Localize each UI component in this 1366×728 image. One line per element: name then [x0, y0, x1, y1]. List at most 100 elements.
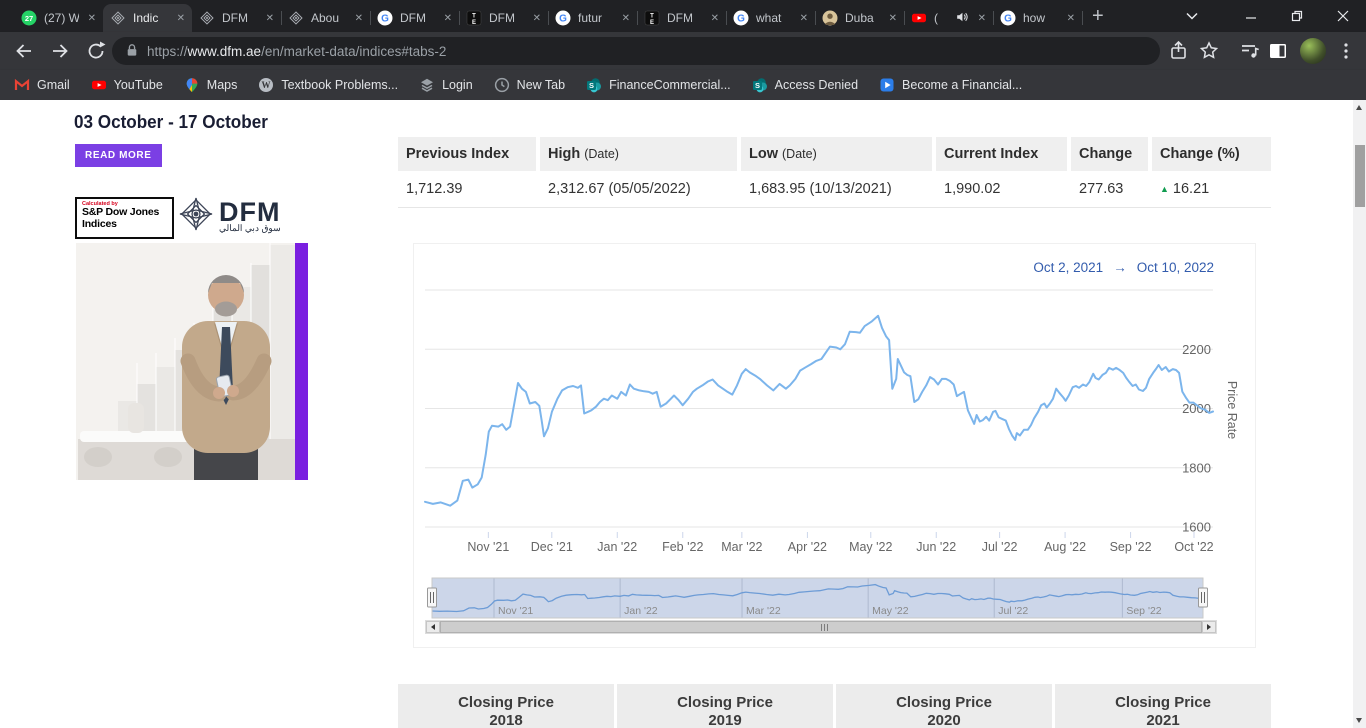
- tab-label-line2: 2021: [1055, 712, 1271, 728]
- browser-tab[interactable]: TEDFM✕: [459, 4, 548, 32]
- tab-close-icon[interactable]: ✕: [355, 13, 363, 24]
- bookmark-youtube[interactable]: YouTube: [91, 77, 163, 93]
- te-icon: TE: [644, 10, 660, 26]
- tab-title: DFM: [400, 11, 435, 25]
- page-scrollbar-thumb[interactable]: [1355, 145, 1365, 207]
- tab-close-icon[interactable]: ✕: [800, 13, 808, 24]
- browser-tab[interactable]: Indic ✕: [103, 4, 192, 32]
- tab-search-chevron-icon[interactable]: [1178, 0, 1206, 32]
- stat-value-text: 2,312.67 (05/05/2022): [548, 181, 691, 197]
- header-label: Previous Index: [406, 146, 509, 162]
- svg-text:S: S: [755, 81, 760, 90]
- google-icon: G: [733, 10, 749, 26]
- bookmark-financecommercial[interactable]: SFinanceCommercial...: [586, 77, 731, 93]
- back-icon[interactable]: [12, 39, 36, 63]
- address-bar[interactable]: https://www.dfm.ae/en/market-data/indice…: [112, 37, 1160, 65]
- scroll-right-icon[interactable]: [1202, 621, 1216, 633]
- left-sidebar: 03 October - 17 October READ MORE Calcul…: [0, 100, 383, 728]
- tab-close-icon[interactable]: ✕: [88, 13, 96, 24]
- browser-tab[interactable]: GDFM✕: [370, 4, 459, 32]
- forward-icon[interactable]: [48, 39, 72, 63]
- svg-text:Jan '22: Jan '22: [624, 605, 658, 617]
- bookmark-access-denied[interactable]: SAccess Denied: [752, 77, 858, 93]
- read-more-button[interactable]: READ MORE: [75, 144, 162, 167]
- navigator-handle-left[interactable]: [428, 588, 437, 607]
- tab-close-icon[interactable]: ✕: [266, 13, 274, 24]
- dfm-icon: [199, 10, 215, 26]
- column-header: High(Date): [540, 137, 737, 171]
- svg-text:W: W: [262, 80, 271, 90]
- tab-title: Indic: [133, 11, 168, 25]
- tab-close-icon[interactable]: ✕: [1067, 13, 1075, 24]
- tab-audio-icon[interactable]: [955, 10, 969, 27]
- tab-close-icon[interactable]: ✕: [978, 13, 986, 24]
- tab-close-icon[interactable]: ✕: [622, 13, 630, 24]
- browser-tab[interactable]: Duba✕: [815, 4, 904, 32]
- menu-dots-icon[interactable]: [1334, 39, 1358, 63]
- browser-tab[interactable]: TEDFM✕: [637, 4, 726, 32]
- header-label: High: [548, 146, 580, 162]
- page-scrollbar[interactable]: [1353, 100, 1366, 728]
- sp-dow-jones-logo: Calculated by S&P Dow Jones Indices: [75, 197, 174, 239]
- scroll-down-icon[interactable]: [1356, 718, 1362, 723]
- chart-scrollbar[interactable]: [425, 620, 1217, 634]
- svg-text:Oct '22: Oct '22: [1174, 540, 1213, 554]
- scrollbar-thumb[interactable]: [440, 621, 1202, 633]
- purple-accent-bar: [295, 243, 308, 480]
- maximize-button[interactable]: [1274, 0, 1320, 32]
- media-controls-icon[interactable]: [1238, 39, 1262, 63]
- bookmark-new-tab[interactable]: New Tab: [494, 77, 565, 93]
- svg-text:May '22: May '22: [872, 605, 909, 617]
- profile-avatar[interactable]: [1300, 38, 1326, 64]
- scrollbar-grip-icon: [821, 624, 828, 631]
- svg-text:May '22: May '22: [849, 540, 892, 554]
- page-content: 03 October - 17 October READ MORE Calcul…: [0, 100, 1366, 728]
- tab-close-icon[interactable]: ✕: [533, 13, 541, 24]
- bookmark-maps[interactable]: Maps: [184, 77, 238, 93]
- share-icon[interactable]: [1167, 39, 1191, 63]
- browser-tab[interactable]: Gwhat✕: [726, 4, 815, 32]
- scroll-left-icon[interactable]: [426, 621, 440, 633]
- bookmark-label: Textbook Problems...: [281, 78, 398, 92]
- column-header: Change: [1071, 137, 1148, 171]
- tab-title: how: [1023, 11, 1058, 25]
- browser-tab[interactable]: Gfutur✕: [548, 4, 637, 32]
- scroll-up-icon[interactable]: [1356, 105, 1362, 110]
- tab-closing-price-2019[interactable]: Closing Price2019: [617, 684, 833, 728]
- browser-tab[interactable]: Ghow ✕: [993, 4, 1082, 32]
- browser-tab[interactable]: 27(27) W✕: [14, 4, 103, 32]
- tab-close-icon[interactable]: ✕: [444, 13, 452, 24]
- minimize-button[interactable]: [1228, 0, 1274, 32]
- bookmark-star-icon[interactable]: [1197, 39, 1221, 63]
- reload-icon[interactable]: [84, 39, 108, 63]
- svg-text:E: E: [650, 20, 654, 26]
- svg-text:G: G: [1004, 14, 1012, 25]
- browser-tab[interactable]: (✕: [904, 4, 993, 32]
- tab-label-line1: Closing Price: [398, 694, 614, 712]
- tab-title: (: [934, 11, 948, 25]
- svg-text:S: S: [589, 81, 594, 90]
- bookmark-login[interactable]: Login: [419, 77, 473, 93]
- tab-closing-price-2021[interactable]: Closing Price2021: [1055, 684, 1271, 728]
- new-tab-button[interactable]: +: [1092, 4, 1104, 28]
- navigator-handle-right[interactable]: [1199, 588, 1208, 607]
- stat-value: 1,990.02: [936, 171, 1067, 207]
- bookmark-gmail[interactable]: Gmail: [14, 77, 70, 93]
- tab-closing-price-2018[interactable]: Closing Price2018: [398, 684, 614, 728]
- browser-tab[interactable]: DFM✕: [192, 4, 281, 32]
- price-chart[interactable]: 2200200018001600Nov '21Dec '21Jan '22Feb…: [414, 244, 1255, 647]
- side-panel-icon[interactable]: [1266, 39, 1290, 63]
- tab-close-icon[interactable]: ✕: [889, 13, 897, 24]
- svg-text:1800: 1800: [1182, 460, 1211, 475]
- column-header: Change (%): [1152, 137, 1271, 171]
- tab-close-icon[interactable]: ✕: [711, 13, 719, 24]
- dfm-icon: [110, 10, 126, 26]
- svg-text:G: G: [737, 14, 745, 25]
- tab-close-icon[interactable]: ✕: [177, 13, 185, 24]
- tab-closing-price-2020[interactable]: Closing Price2020: [836, 684, 1052, 728]
- browser-tab[interactable]: Abou✕: [281, 4, 370, 32]
- bookmark-become-a-financial[interactable]: Become a Financial...: [879, 77, 1022, 93]
- close-window-button[interactable]: [1320, 0, 1366, 32]
- svg-text:Nov '21: Nov '21: [467, 540, 509, 554]
- bookmark-textbook-problems[interactable]: W Textbook Problems...: [258, 77, 398, 93]
